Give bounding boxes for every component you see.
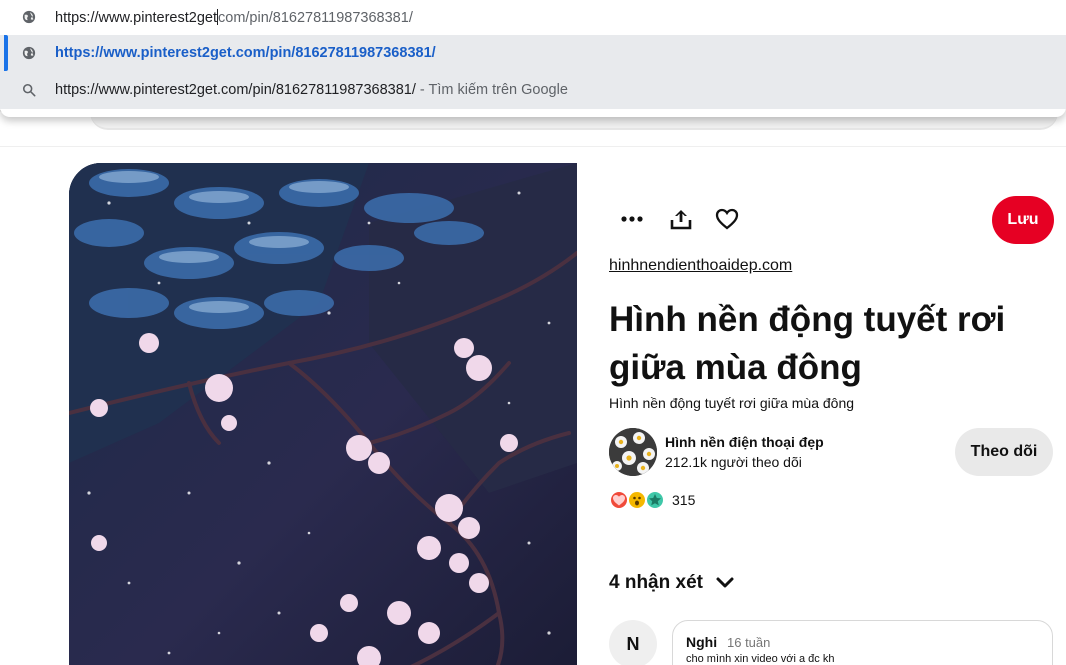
pin-title: Hình nền động tuyết rơi giữa mùa đông: [609, 300, 1006, 387]
creator-followers: 212.1k người theo dõi: [665, 454, 802, 470]
omnibox-suggestion-url[interactable]: https://www.pinterest2get.com/pin/816278…: [0, 35, 1066, 71]
heart-icon[interactable]: [709, 201, 745, 237]
reactions-summary[interactable]: 315: [609, 489, 695, 511]
comment-time: 16 tuần: [727, 635, 771, 650]
address-bar-input[interactable]: https://www.pinterest2getcom/pin/8162781…: [0, 0, 1066, 34]
address-prefix: https://www.pinterest2get: [55, 9, 217, 26]
pin-description: Hình nền động tuyết rơi giữa mùa đông: [609, 395, 855, 411]
save-button[interactable]: Lưu: [992, 196, 1054, 244]
omnibox-dropdown: https://www.pinterest2getcom/pin/8162781…: [0, 0, 1066, 117]
header-divider: [0, 146, 1066, 147]
globe-icon: [21, 9, 37, 25]
star-eyes-icon: [645, 490, 665, 510]
source-link[interactable]: hinhnendienthoaidep.com: [609, 257, 792, 275]
heart-eyes-icon: [609, 490, 629, 510]
follow-button[interactable]: Theo dõi: [955, 428, 1053, 476]
snow-blossom-image: [69, 163, 577, 665]
suggestion-search-query: https://www.pinterest2get.com/pin/816278…: [55, 82, 416, 98]
suggestion-url-text: https://www.pinterest2get.com/pin/816278…: [55, 45, 436, 61]
address-suffix: com/pin/81627811987368381/: [218, 9, 413, 26]
pin-image[interactable]: [69, 163, 577, 665]
comment-text: cho mình xin video với a đc kh: [686, 653, 835, 665]
comments-toggle[interactable]: 4 nhận xét: [609, 572, 735, 594]
pinterest-pin-page: a https://www.pinterest2getcom/pin/81627…: [0, 0, 1066, 665]
reaction-count: 315: [672, 492, 696, 508]
suggestion-search-text: https://www.pinterest2get.com/pin/816278…: [55, 82, 568, 98]
creator-avatar[interactable]: [609, 428, 657, 476]
more-icon[interactable]: [614, 201, 650, 237]
suggestion-search-hint: - Tìm kiếm trên Google: [419, 82, 568, 98]
search-icon: [21, 82, 37, 98]
globe-icon: [21, 45, 37, 61]
share-icon[interactable]: [663, 201, 699, 237]
omnibox-suggestion-search[interactable]: https://www.pinterest2get.com/pin/816278…: [0, 71, 1066, 109]
creator-name[interactable]: Hình nền điện thoại đẹp: [665, 434, 824, 450]
wow-icon: [627, 490, 647, 510]
daisy-avatar-image: [609, 428, 657, 476]
address-bar-text[interactable]: https://www.pinterest2getcom/pin/8162781…: [55, 8, 413, 26]
commenter-avatar[interactable]: N: [609, 620, 657, 665]
chevron-down-icon: [716, 577, 734, 588]
comment-author[interactable]: Nghi: [686, 634, 717, 650]
comments-heading: 4 nhận xét: [609, 572, 703, 593]
